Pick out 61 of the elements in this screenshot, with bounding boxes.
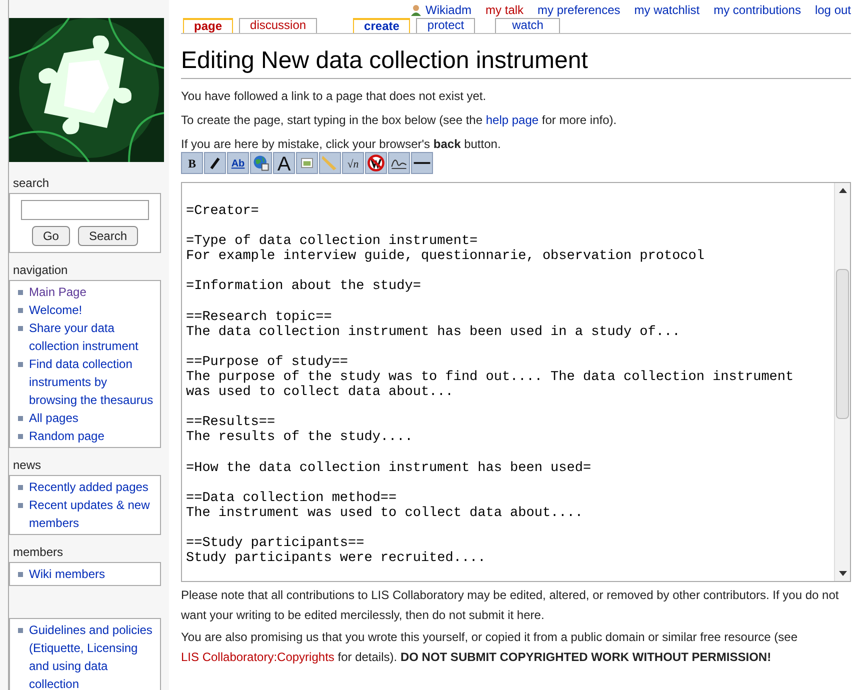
user-link[interactable]: my contributions [714, 1, 801, 19]
search-field[interactable] [21, 200, 149, 220]
intro-text: You have followed a link to a page that does not exist yet. [181, 89, 488, 103]
scroll-thumb[interactable] [836, 269, 849, 419]
portlet-title: members [13, 544, 64, 561]
bullet-icon [18, 362, 23, 367]
tab[interactable]: protect [416, 18, 476, 33]
sidebar-link[interactable]: Recently added pages [29, 478, 148, 496]
italic-button[interactable] [204, 152, 226, 174]
bullet-icon [18, 628, 23, 633]
link-button[interactable]: Ab [227, 152, 249, 174]
bullet-icon [18, 416, 23, 421]
user-icon [410, 4, 422, 16]
intro-text: If you are here by mistake, click your browser's back button. [181, 137, 502, 151]
scroll-up-icon[interactable] [838, 187, 846, 193]
sidebar-link[interactable]: Guidelines and policies (Etiquette, Licensing and using data collection [29, 621, 156, 690]
portlet-title: navigation [13, 262, 69, 279]
tab[interactable]: watch [495, 18, 560, 33]
sidebar-link[interactable]: All pages [29, 409, 78, 427]
bullet-icon [18, 572, 23, 577]
edit-notice: Please note that all contributions to LIS Collaboratory may be edited, altered, or removed by other contributors. If you do not want your writing to be edited mercilessly, then do not submit it here. [181, 587, 840, 624]
user-link[interactable]: my watchlist [634, 1, 700, 19]
math-button[interactable]: √n [342, 152, 364, 174]
sidebar-link[interactable]: Find data collection instruments by browsing the thesaurus [29, 355, 156, 409]
tab[interactable]: discussion [239, 18, 318, 33]
inline-link[interactable]: help page [486, 113, 539, 127]
bullet-icon [18, 485, 23, 490]
bullet-icon [18, 434, 23, 439]
tab[interactable]: create [353, 18, 410, 33]
image-button[interactable] [296, 152, 318, 174]
sidebar-link[interactable]: Main Page [29, 283, 86, 301]
scroll-down-icon[interactable] [838, 571, 846, 577]
user-link[interactable]: my preferences [538, 1, 620, 19]
bullet-icon [18, 290, 23, 295]
sidebar-link[interactable]: Recent updates & new members [29, 496, 156, 532]
sidebar-link[interactable]: Share your data collection instrument [29, 319, 156, 355]
user-link[interactable]: my talk [486, 1, 524, 19]
nowiki-button[interactable] [365, 152, 387, 174]
inline-link[interactable]: LIS Collaboratory:Copyrights [181, 650, 334, 664]
sidebar-link[interactable]: Wiki members [29, 565, 106, 583]
bullet-icon [18, 503, 23, 508]
search-button[interactable]: Search [78, 226, 138, 246]
sidebar-link[interactable]: Welcome! [29, 301, 82, 319]
headline-button[interactable]: A [273, 152, 295, 174]
tab[interactable]: page [183, 18, 234, 33]
search-button[interactable]: Go [32, 226, 70, 246]
portlet-title: news [13, 457, 42, 474]
bold-button[interactable]: B [181, 152, 203, 174]
sidebar-link[interactable]: Random page [29, 427, 104, 445]
bullet-icon [18, 326, 23, 331]
user-link[interactable]: Wikiadm [426, 1, 472, 19]
external-link-button[interactable] [250, 152, 272, 174]
horizontal-line-button[interactable] [411, 152, 433, 174]
copyright-notice: You are also promising us that you wrote this yourself, or copied it from a public domain or similar free resource (see LIS Collaboratory:Copyrights for details). DO NOT SUBMIT COPYRIGHTED WORK WITHOUT PERMISSION! [181, 629, 799, 666]
user-link[interactable]: log out [814, 1, 851, 19]
signature-button[interactable] [388, 152, 410, 174]
portlet-title: search [13, 175, 50, 192]
scrollbar[interactable] [834, 183, 850, 581]
bullet-icon [18, 308, 23, 313]
intro-text: To create the page, start typing in the box below (see the help page for more info). [181, 113, 618, 127]
page-title: Editing New data collection instrument [181, 46, 851, 79]
